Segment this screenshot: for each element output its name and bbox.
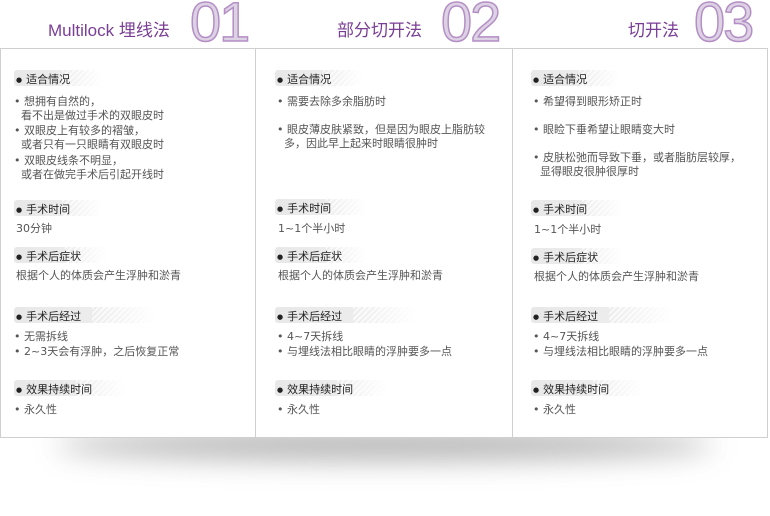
list-item: 显得眼皮很肿很厚时	[533, 165, 639, 178]
column-title: 部分切开法	[337, 21, 422, 40]
section-label: 手术后经过	[277, 308, 342, 324]
section-label: 效果持续时间	[277, 381, 353, 397]
section-header-symptoms: 手术后症状	[14, 247, 106, 263]
column-divider	[255, 48, 256, 438]
list-item: • 4~7天拆线	[533, 330, 600, 343]
section-header-symptoms: 手术后症状	[275, 247, 367, 263]
section-label: 手术时间	[533, 201, 587, 217]
column-number: 01	[189, 0, 251, 53]
section-label: 效果持续时间	[16, 381, 92, 397]
section-header-indication: 适合情况	[14, 70, 102, 86]
list-item: • 希望得到眼形矫正时	[533, 95, 642, 108]
section-label: 效果持续时间	[533, 381, 609, 397]
list-item: 看不出是做过手术的双眼皮时	[14, 109, 164, 122]
list-item: 或者只有一只眼睛有双眼皮时	[14, 138, 164, 151]
effect-value: • 永久性	[14, 403, 57, 416]
list-item: • 皮肤松弛而导致下垂，或者脂肪层较厚，	[533, 151, 741, 164]
section-label: 适合情况	[277, 71, 331, 87]
section-header-indication: 适合情况	[275, 70, 363, 86]
column-divider	[512, 48, 513, 438]
list-item: • 想拥有自然的，	[14, 95, 101, 108]
duration-value: 30分钟	[16, 222, 52, 235]
section-label: 手术后经过	[16, 308, 81, 324]
section-header-duration: 手术时间	[531, 200, 623, 216]
list-item: • 与埋线法相比眼睛的浮肿要多一点	[277, 345, 452, 358]
list-item: • 双眼皮上有较多的褶皱，	[14, 124, 145, 137]
column-title: Multilock 埋线法	[48, 21, 170, 40]
section-header-symptoms: 手术后症状	[531, 248, 623, 264]
list-item: • 双眼皮线条不明显，	[14, 154, 123, 167]
section-header-duration: 手术时间	[275, 199, 367, 215]
section-label: 适合情况	[16, 71, 70, 87]
duration-value: 1~1个半小时	[534, 223, 602, 236]
section-header-effect: 效果持续时间	[14, 380, 126, 396]
section-label: 手术后症状	[16, 248, 81, 264]
column-number: 03	[693, 0, 755, 53]
list-item: • 眼睑下垂希望让眼睛变大时	[533, 123, 675, 136]
section-label: 适合情况	[533, 71, 587, 87]
list-item: • 与埋线法相比眼睛的浮肿要多一点	[533, 345, 708, 358]
list-item: • 2~3天会有浮肿，之后恢复正常	[14, 345, 180, 358]
section-label: 手术后症状	[533, 249, 598, 265]
column-header-1: Multilock 埋线法 01	[0, 0, 255, 53]
section-header-indication: 适合情况	[531, 70, 619, 86]
section-header-recovery: 手术后经过	[531, 307, 673, 323]
symptoms-value: 根据个人的体质会产生浮肿和淤青	[16, 269, 181, 282]
symptoms-value: 根据个人的体质会产生浮肿和淤青	[278, 269, 443, 282]
effect-value: • 永久性	[533, 403, 576, 416]
column-header-3: 切开法 03	[512, 0, 770, 53]
section-header-duration: 手术时间	[14, 200, 102, 216]
list-item: • 无需拆线	[14, 330, 68, 343]
column-number: 02	[440, 0, 502, 53]
symptoms-value: 根据个人的体质会产生浮肿和淤青	[534, 270, 699, 283]
section-label: 手术时间	[277, 200, 331, 216]
column-header-2: 部分切开法 02	[255, 0, 512, 53]
section-label: 手术后经过	[533, 308, 598, 324]
column-title: 切开法	[628, 21, 679, 40]
section-label: 手术后症状	[277, 248, 342, 264]
list-item: • 需要去除多余脂肪时	[277, 95, 386, 108]
section-header-recovery: 手术后经过	[275, 307, 417, 323]
list-item: 或者在做完手术后引起开线时	[14, 168, 164, 181]
section-header-effect: 效果持续时间	[531, 380, 643, 396]
section-header-effect: 效果持续时间	[275, 380, 387, 396]
section-header-recovery: 手术后经过	[14, 307, 156, 323]
comparison-table: Multilock 埋线法 01 部分切开法 02 切开法 03 适合情况 • …	[0, 0, 770, 516]
list-item: • 4~7天拆线	[277, 330, 344, 343]
list-item: 多，因此早上起来时眼睛很肿时	[277, 137, 438, 150]
list-item: • 眼皮薄皮肤紧致，但是因为眼皮上脂肪较	[277, 123, 485, 136]
section-label: 手术时间	[16, 201, 70, 217]
duration-value: 1~1个半小时	[278, 222, 346, 235]
effect-value: • 永久性	[277, 403, 320, 416]
